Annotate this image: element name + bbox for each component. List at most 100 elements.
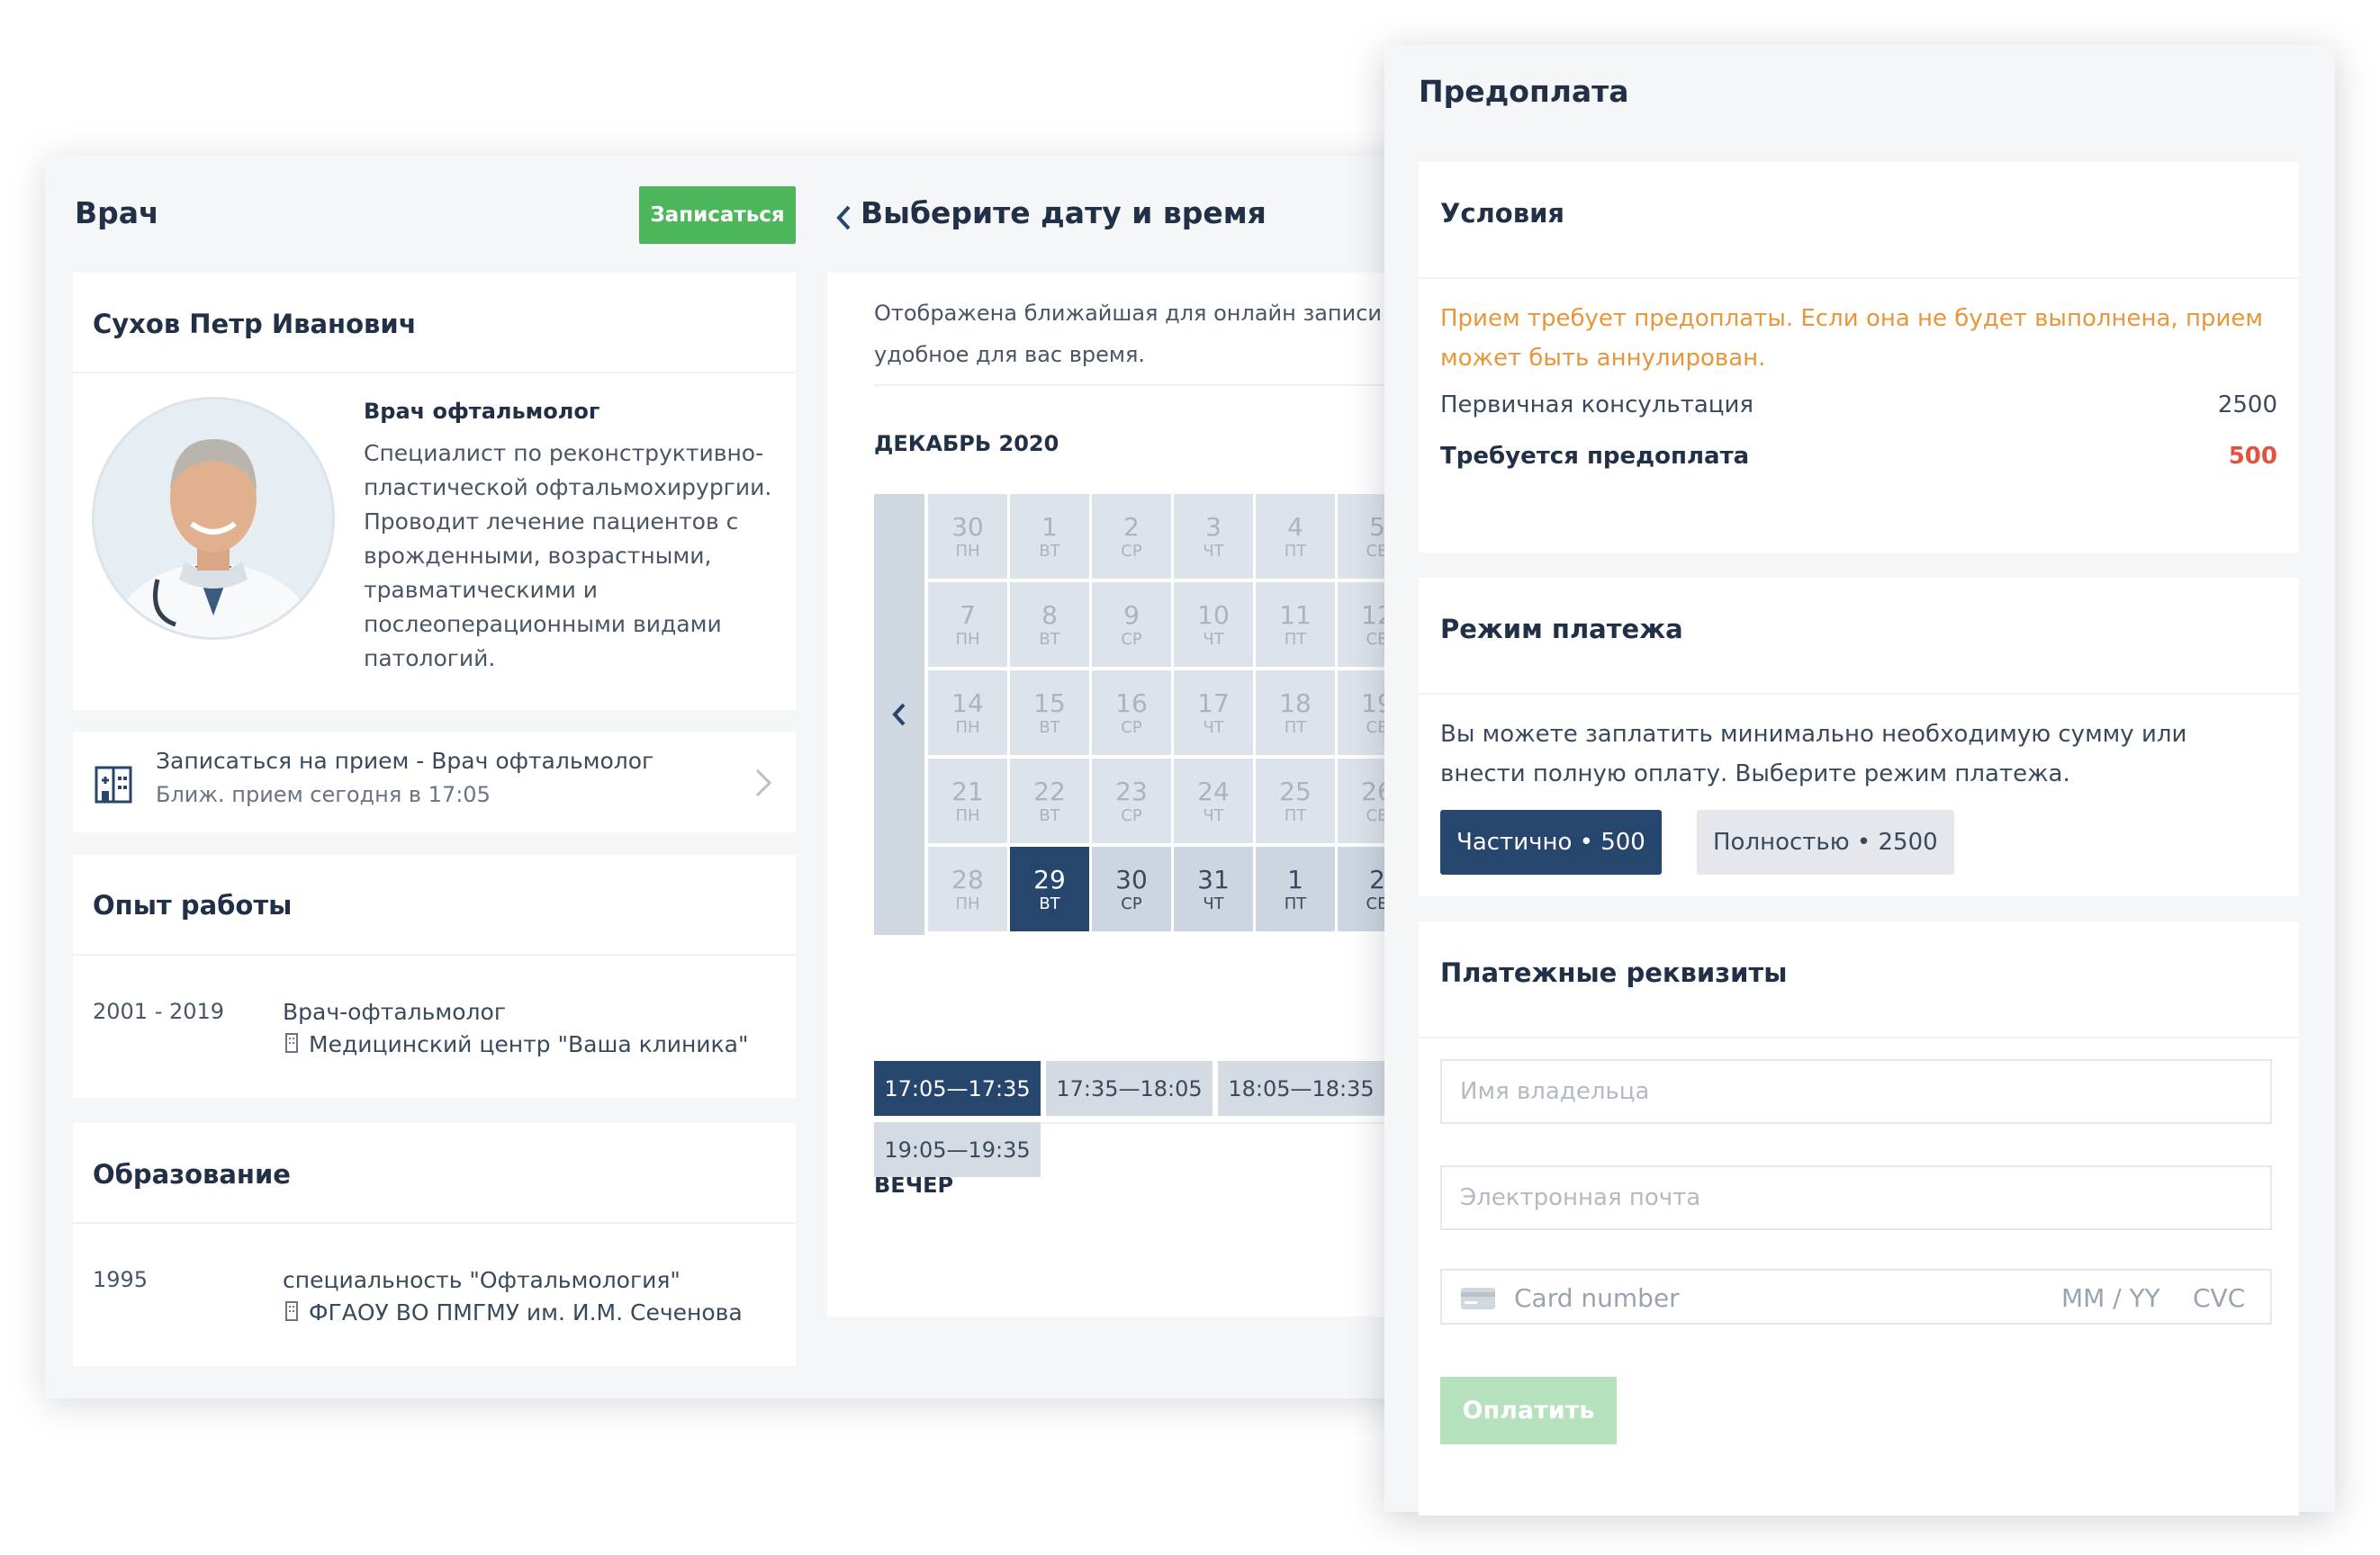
back-chevron-icon[interactable] xyxy=(835,204,853,231)
prepayment-warning-line: может быть аннулирован. xyxy=(1440,345,1766,372)
experience-period: 2001 - 2019 xyxy=(93,999,225,1024)
calendar-day-number: 29 xyxy=(1033,865,1066,894)
email-input[interactable] xyxy=(1440,1165,2272,1230)
calendar-day-weekday: СР xyxy=(1121,630,1142,649)
calendar-day: 24 ЧТ xyxy=(1174,759,1253,843)
calendar-day-weekday: ПН xyxy=(955,894,980,913)
calendar-day-number: 7 xyxy=(960,600,976,630)
conditions-card: Условия Прием требует предоплаты. Если о… xyxy=(1419,162,2299,553)
calendar-day-number: 24 xyxy=(1197,777,1230,806)
calendar-day[interactable]: 31 ЧТ xyxy=(1174,847,1253,931)
calendar-day: 17 ЧТ xyxy=(1174,670,1253,755)
mode-partial-button[interactable]: Частично • 500 xyxy=(1440,810,1662,875)
schedule-title: Выберите дату и время xyxy=(861,195,1267,230)
experience-card: Опыт работы 2001 - 2019 Врач-офтальмолог… xyxy=(73,855,796,1098)
calendar-day: 30 ПН xyxy=(928,494,1007,579)
schedule-info-line: удобное для вас время. xyxy=(874,342,1146,367)
calendar-day-weekday: ПН xyxy=(955,630,980,649)
mode-full-button[interactable]: Полностью • 2500 xyxy=(1697,810,1954,875)
payment-mode-card: Режим платежа Вы можете заплатить минима… xyxy=(1419,578,2299,896)
calendar-day[interactable]: 1 ПТ xyxy=(1256,847,1335,931)
bio-line: травматическими и xyxy=(364,577,599,603)
calendar-day[interactable]: 30 СР xyxy=(1092,847,1171,931)
calendar-day[interactable]: 29 ВТ xyxy=(1010,847,1089,931)
calendar-day-number: 10 xyxy=(1197,600,1230,630)
card-expiry-placeholder[interactable]: MM / YY xyxy=(2061,1283,2160,1313)
calendar-day: 18 ПТ xyxy=(1256,670,1335,755)
calendar-day: 11 ПТ xyxy=(1256,582,1335,667)
calendar-day: 14 ПН xyxy=(928,670,1007,755)
book-button[interactable]: Записаться xyxy=(639,186,796,244)
building-icon xyxy=(285,1301,298,1321)
divider xyxy=(1419,693,2299,695)
payment-mode-description: Вы можете заплатить минимально необходим… xyxy=(1440,715,2186,794)
bio-line: пластической офтальмохирургии. xyxy=(364,474,772,500)
time-slot[interactable]: 18:05—18:35 xyxy=(1218,1061,1384,1116)
appointment-subtitle: Ближ. прием сегодня в 17:05 xyxy=(156,782,491,807)
doctor-specialty: Врач офтальмолог xyxy=(364,399,600,424)
calendar-day: 8 ВТ xyxy=(1010,582,1089,667)
month-label: ДЕКАБРЬ 2020 xyxy=(874,431,1059,456)
card-cvc-placeholder[interactable]: CVC xyxy=(2193,1283,2245,1313)
calendar-day-weekday: ЧТ xyxy=(1203,630,1224,649)
calendar-day-weekday: СР xyxy=(1121,718,1142,737)
calendar-day: 7 ПН xyxy=(928,582,1007,667)
doctor-panel-title: Врач xyxy=(75,195,159,230)
calendar-prev-button[interactable] xyxy=(874,494,924,935)
calendar-day-number: 16 xyxy=(1115,688,1148,718)
credit-card-icon xyxy=(1461,1288,1495,1309)
calendar-day-number: 1 xyxy=(1287,865,1303,894)
calendar-day-number: 15 xyxy=(1033,688,1066,718)
schedule-info: Отображена ближайшая для онлайн записи д… xyxy=(874,292,1431,375)
calendar-day-number: 17 xyxy=(1197,688,1230,718)
service-label: Первичная консультация xyxy=(1440,391,1754,418)
calendar-day-weekday: ВТ xyxy=(1039,806,1060,825)
calendar-day-number: 30 xyxy=(1115,865,1148,894)
bio-line: послеоперационными видами xyxy=(364,611,722,637)
divider xyxy=(73,954,796,956)
calendar-day-weekday: ВТ xyxy=(1039,718,1060,737)
prepay-amount: 500 xyxy=(2228,443,2277,470)
calendar-day-number: 28 xyxy=(951,865,984,894)
time-slot[interactable]: 17:05—17:35 xyxy=(874,1061,1041,1116)
bio-line: Проводит лечение пациентов с xyxy=(364,508,739,535)
prepayment-panel: Предоплата Условия Прием требует предопл… xyxy=(1384,45,2335,1515)
time-slot[interactable]: 17:35—18:05 xyxy=(1046,1061,1213,1116)
bio-line: врожденными, возрастными, xyxy=(364,543,712,569)
calendar-day-weekday: ЧТ xyxy=(1203,542,1224,561)
prepayment-title: Предоплата xyxy=(1419,74,1629,109)
calendar-day-weekday: ВТ xyxy=(1039,894,1060,913)
experience-title: Опыт работы xyxy=(93,890,293,921)
schedule-info-line: Отображена ближайшая для онлайн записи д… xyxy=(874,301,1431,326)
calendar-day-weekday: СР xyxy=(1121,894,1142,913)
owner-name-input[interactable] xyxy=(1440,1059,2272,1124)
prepay-label: Требуется предоплата xyxy=(1440,443,1750,470)
prepayment-warning-line: Прием требует предоплаты. Если она не бу… xyxy=(1440,305,2263,332)
calendar-day-weekday: ЧТ xyxy=(1203,806,1224,825)
divider xyxy=(1419,1037,2299,1038)
calendar-day-weekday: ПТ xyxy=(1284,718,1307,737)
calendar-day-number: 30 xyxy=(951,512,984,542)
calendar-day: 2 СР xyxy=(1092,494,1171,579)
calendar-day-number: 11 xyxy=(1279,600,1312,630)
bio-line: патологий. xyxy=(364,645,496,671)
appointment-link[interactable]: Записаться на прием - Врач офтальмолог Б… xyxy=(73,732,796,832)
education-year: 1995 xyxy=(93,1267,149,1292)
divider xyxy=(1419,277,2299,279)
payment-details-title: Платежные реквизиты xyxy=(1440,957,1788,988)
calendar-day: 21 ПН xyxy=(928,759,1007,843)
calendar-day-number: 9 xyxy=(1123,600,1140,630)
education-title: Образование xyxy=(93,1159,291,1190)
calendar-day-weekday: ПТ xyxy=(1284,630,1307,649)
divider xyxy=(73,1222,796,1224)
pay-button[interactable]: Оплатить xyxy=(1440,1377,1617,1444)
chevron-right-icon xyxy=(755,769,772,797)
calendar-day: 22 ВТ xyxy=(1010,759,1089,843)
payment-mode-title: Режим платежа xyxy=(1440,614,1683,644)
calendar-day: 10 ЧТ xyxy=(1174,582,1253,667)
time-slot[interactable]: 19:05—19:35 xyxy=(874,1122,1041,1177)
card-number-field[interactable]: Card number MM / YY CVC xyxy=(1440,1269,2272,1325)
calendar-day-weekday: ЧТ xyxy=(1203,894,1224,913)
experience-position: Врач-офтальмолог xyxy=(283,999,506,1025)
doctor-avatar xyxy=(92,397,335,640)
